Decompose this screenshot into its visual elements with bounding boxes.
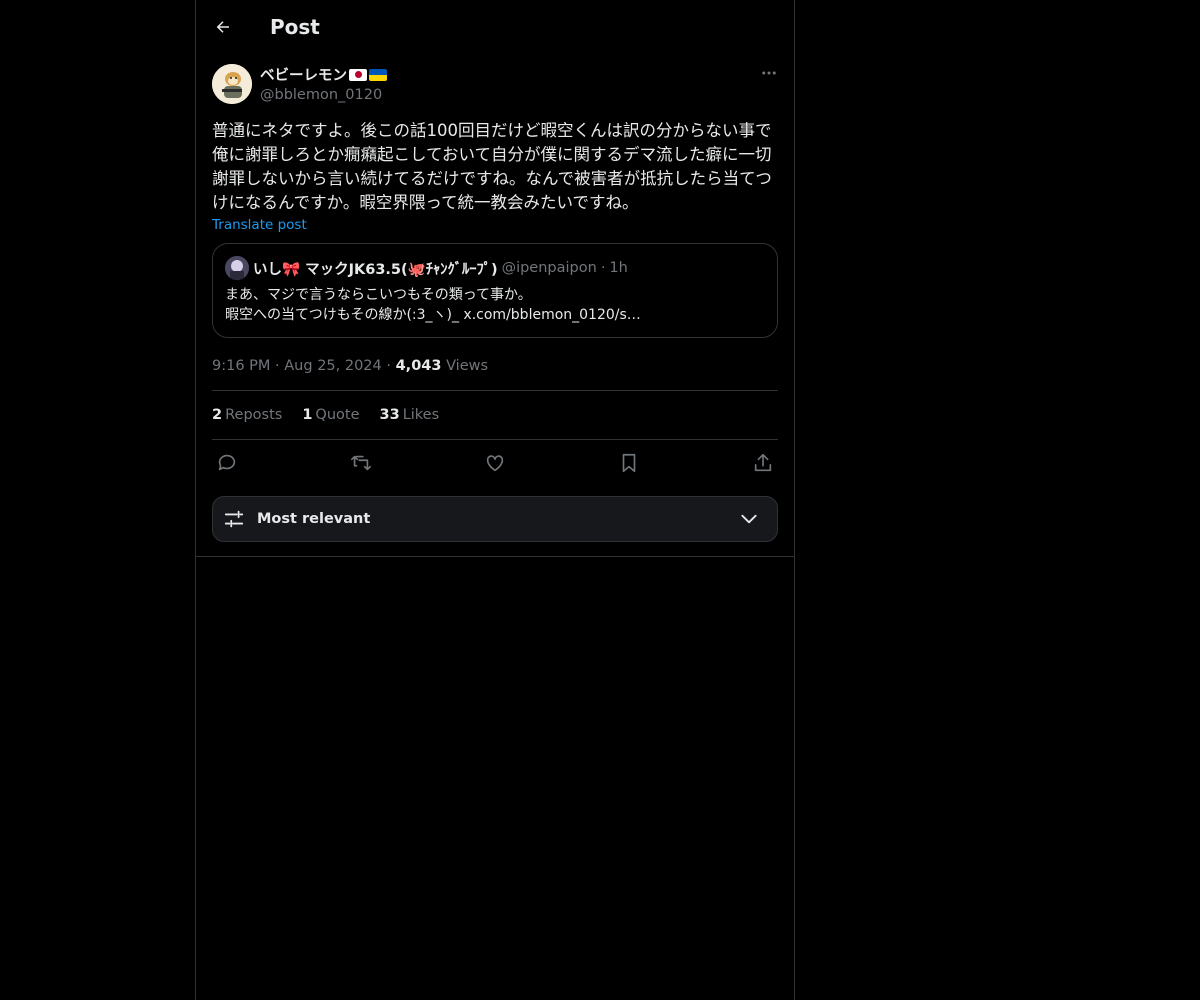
arrow-left-icon bbox=[216, 21, 229, 33]
ukraine-flag-icon bbox=[369, 68, 387, 81]
post-metadata: 9:16 PM · Aug 25, 2024 · 4,043 Views bbox=[212, 358, 778, 391]
views-count: 4,043 bbox=[395, 358, 442, 374]
reply-button[interactable] bbox=[216, 452, 238, 474]
avatar[interactable] bbox=[212, 64, 252, 104]
avatar-image bbox=[212, 64, 252, 104]
author-row: ベビーレモン @bblemon_0120 bbox=[212, 64, 778, 104]
quoted-post[interactable]: いし🎀 マックJK63.5(🐙ﾁｬﾝｸﾞﾙｰﾌﾟ) @ipenpaipon · … bbox=[212, 243, 778, 338]
quote-count: 1 bbox=[302, 407, 313, 423]
post-column: Post ベビーレモン @bblemon_0120 普通にネタですよ。後この話1… bbox=[195, 0, 795, 1000]
meta-separator: · bbox=[275, 358, 280, 374]
reposts-stat[interactable]: 2 Reposts bbox=[212, 407, 282, 423]
translate-post-link[interactable]: Translate post bbox=[212, 217, 778, 233]
section-divider bbox=[196, 556, 794, 557]
chevron-down-icon bbox=[741, 514, 757, 524]
repost-button[interactable] bbox=[350, 452, 372, 474]
post-text: 普通にネタですよ。後この話100回目だけど暇空くんは訳の分からない事で俺に謝罪し… bbox=[212, 121, 772, 212]
views-label: Views bbox=[446, 358, 489, 374]
meta-separator: · bbox=[386, 358, 391, 374]
reply-sort-dropdown[interactable]: Most relevant bbox=[212, 496, 778, 542]
sliders-icon bbox=[224, 510, 244, 528]
likes-stat[interactable]: 33 Likes bbox=[380, 407, 440, 423]
page-title: Post bbox=[270, 15, 320, 39]
action-bar bbox=[212, 440, 778, 486]
quote-label: Quote bbox=[315, 407, 360, 423]
sort-label: Most relevant bbox=[257, 511, 371, 527]
quote-text: まあ、マジで言うならこいつもその類って事か。 暇空への当てつけもその線か(:3_… bbox=[225, 285, 765, 325]
reposts-label: Reposts bbox=[225, 407, 283, 423]
reposts-count: 2 bbox=[212, 407, 223, 423]
quote-author-handle: @ipenpaipon bbox=[501, 260, 597, 276]
author-name-text: ベビーレモン bbox=[260, 68, 347, 84]
quotes-stat[interactable]: 1 Quote bbox=[302, 407, 359, 423]
quote-text-line: 暇空への当てつけもその線か(:3_ヽ)_ x.com/bblemon_0120/… bbox=[225, 307, 641, 323]
quote-avatar bbox=[225, 256, 249, 280]
post-time[interactable]: 9:16 PM bbox=[212, 358, 270, 374]
like-button[interactable] bbox=[484, 452, 506, 474]
post: ベビーレモン @bblemon_0120 普通にネタですよ。後この話100回目だ… bbox=[196, 54, 794, 542]
reply-icon bbox=[218, 454, 236, 471]
likes-label: Likes bbox=[402, 407, 440, 423]
share-icon bbox=[754, 453, 772, 472]
more-dots-icon bbox=[762, 71, 776, 75]
more-options-button[interactable] bbox=[760, 64, 778, 86]
page-header: Post bbox=[196, 0, 794, 54]
heart-icon bbox=[486, 455, 504, 472]
post-date[interactable]: Aug 25, 2024 bbox=[284, 358, 382, 374]
back-button[interactable] bbox=[212, 16, 234, 38]
author-handle[interactable]: @bblemon_0120 bbox=[260, 87, 387, 103]
quote-text-line: まあ、マジで言うならこいつもその類って事か。 bbox=[225, 287, 532, 303]
quote-author-name: いし🎀 マックJK63.5(🐙ﾁｬﾝｸﾞﾙｰﾌﾟ) bbox=[253, 261, 498, 278]
quote-separator: · bbox=[600, 260, 606, 276]
bookmark-button[interactable] bbox=[618, 452, 640, 474]
bookmark-icon bbox=[622, 453, 636, 473]
engagement-stats: 2 Reposts 1 Quote 33 Likes bbox=[212, 391, 778, 440]
repost-icon bbox=[351, 455, 371, 471]
share-button[interactable] bbox=[752, 452, 774, 474]
quote-time: 1h bbox=[609, 260, 628, 276]
author-name[interactable]: ベビーレモン bbox=[260, 64, 387, 85]
likes-count: 33 bbox=[379, 407, 400, 423]
japan-flag-icon bbox=[349, 68, 367, 81]
